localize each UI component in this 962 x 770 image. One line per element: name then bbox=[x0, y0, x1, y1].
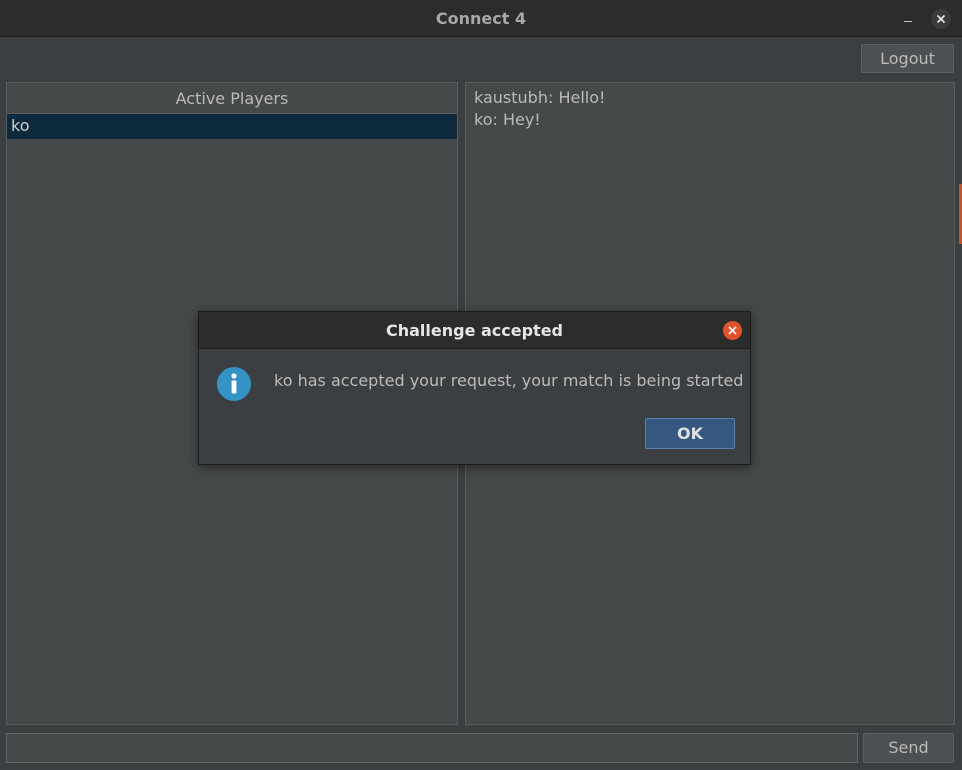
dialog-title: Challenge accepted bbox=[385, 321, 564, 340]
message-input[interactable] bbox=[6, 733, 858, 763]
chat-message: kaustubh: Hello! bbox=[474, 88, 606, 107]
minimize-button[interactable] bbox=[898, 9, 918, 29]
close-icon bbox=[936, 14, 946, 24]
dialog-titlebar: Challenge accepted bbox=[199, 312, 750, 349]
logout-button[interactable]: Logout bbox=[861, 44, 954, 73]
send-button[interactable]: Send bbox=[863, 733, 954, 763]
ok-button[interactable]: OK bbox=[645, 418, 735, 449]
dialog-close-button[interactable] bbox=[723, 321, 742, 340]
chat-message: ko: Hey! bbox=[474, 110, 541, 129]
active-players-header: Active Players bbox=[7, 83, 457, 114]
challenge-accepted-dialog: Challenge accepted ko has accepted your … bbox=[198, 311, 751, 465]
info-icon bbox=[217, 367, 251, 401]
player-list-item[interactable]: ko bbox=[7, 114, 457, 139]
window-titlebar: Connect 4 bbox=[0, 0, 962, 37]
close-icon bbox=[728, 326, 737, 335]
dialog-message: ko has accepted your request, your match… bbox=[274, 371, 744, 390]
window-title: Connect 4 bbox=[435, 9, 527, 28]
close-window-button[interactable] bbox=[931, 9, 951, 29]
